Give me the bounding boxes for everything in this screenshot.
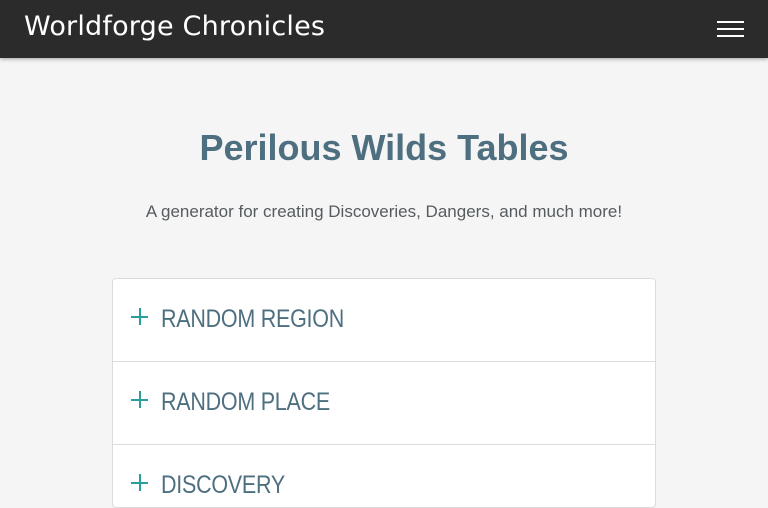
accordion-item-label: RANDOM REGION — [161, 305, 344, 333]
accordion-item-random-place[interactable]: RANDOM PLACE — [113, 362, 655, 445]
tables-accordion: RANDOM REGION RANDOM PLACE DISCOVERY — [112, 278, 656, 508]
page-title: Perilous Wilds Tables — [199, 127, 569, 168]
accordion-item-discovery[interactable]: DISCOVERY — [113, 445, 655, 507]
menu-line — [717, 28, 744, 30]
brand-link[interactable]: Worldforge Chronicles — [24, 11, 325, 42]
plus-icon — [131, 307, 151, 327]
menu-line — [717, 21, 744, 23]
top-navbar: Worldforge Chronicles — [0, 0, 768, 58]
menu-line — [717, 35, 744, 37]
plus-icon — [131, 390, 151, 410]
plus-icon — [131, 473, 151, 493]
hamburger-menu-icon[interactable] — [712, 16, 750, 42]
accordion-item-label: RANDOM PLACE — [161, 388, 330, 416]
accordion-item-label: DISCOVERY — [161, 471, 285, 499]
page-subtitle: A generator for creating Discoveries, Da… — [145, 202, 623, 221]
accordion-item-random-region[interactable]: RANDOM REGION — [113, 279, 655, 362]
